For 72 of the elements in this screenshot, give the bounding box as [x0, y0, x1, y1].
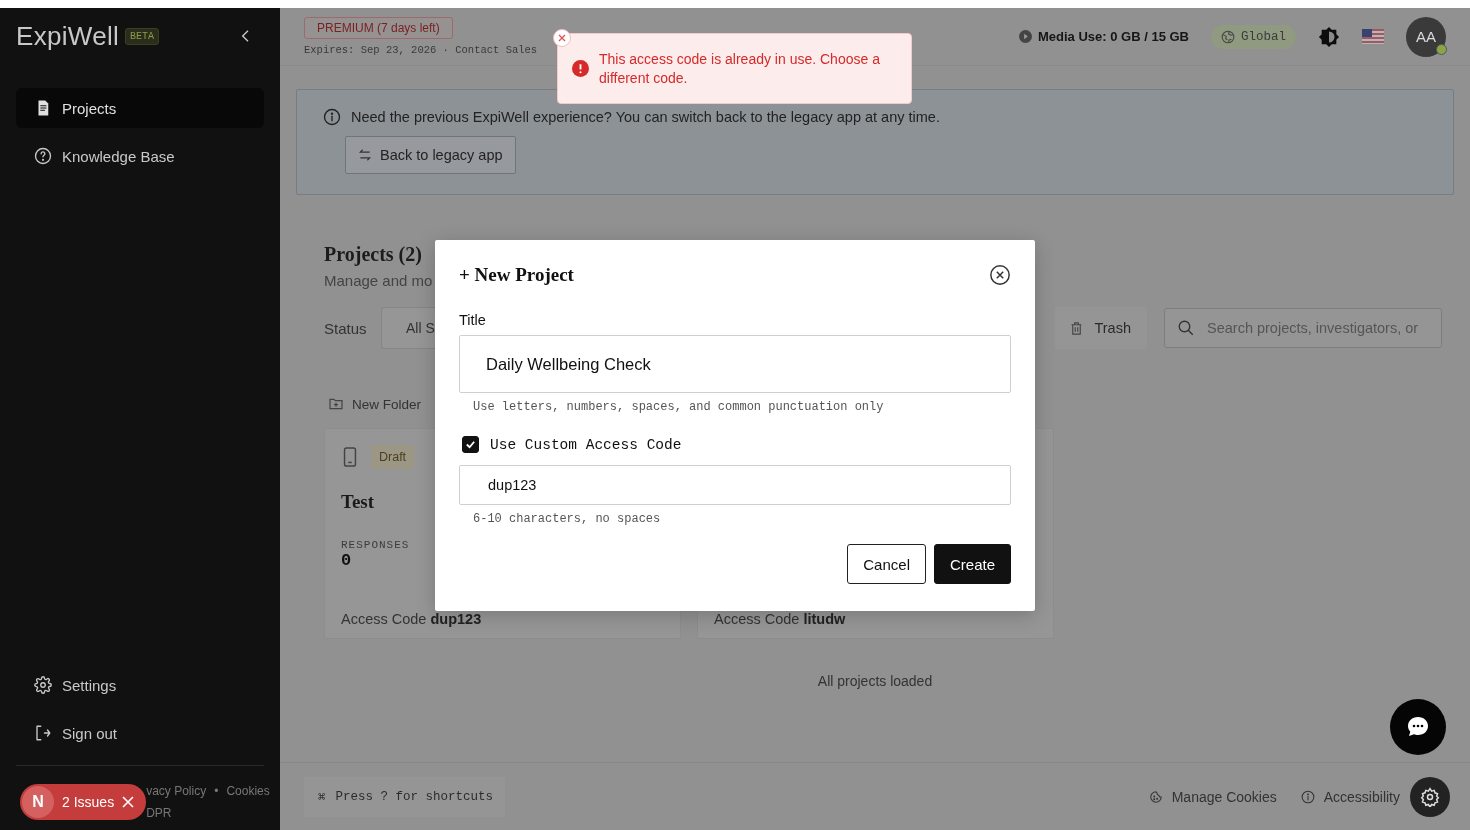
beta-badge: BETA — [125, 27, 160, 45]
swap-arrows-icon — [358, 148, 372, 162]
footer-link[interactable]: DPR — [146, 806, 270, 820]
sidebar-item[interactable]: Knowledge Base — [16, 136, 264, 176]
close-icon — [558, 34, 566, 42]
field-hint: Use letters, numbers, spaces, and common punctuation only — [473, 400, 885, 414]
shortcuts-text: Press ? for shortcuts — [335, 789, 494, 804]
status-label: Status — [324, 319, 368, 337]
close-icon — [989, 264, 1011, 286]
command-key: ⌘ — [318, 788, 326, 805]
gear-icon — [1420, 786, 1440, 807]
sidebar-item[interactable]: Sign out — [16, 713, 264, 753]
issues-count: 2 Issues — [62, 794, 115, 810]
error-icon — [572, 60, 589, 77]
theme-icon[interactable] — [1318, 25, 1340, 48]
checkmark-icon — [465, 439, 476, 450]
field-hint: 6-10 characters, no spaces — [473, 512, 662, 526]
status-badge: Draft — [371, 445, 415, 469]
footer-link[interactable]: Cookies — [226, 784, 270, 798]
checkbox[interactable] — [462, 436, 479, 453]
search-icon — [1177, 319, 1195, 337]
responses-count: 0 — [341, 551, 352, 570]
sidebar-item[interactable]: Settings — [16, 665, 264, 705]
footer-link[interactable]: Manage Cookies — [1148, 788, 1277, 805]
sign-out-icon — [34, 724, 52, 742]
phone-icon — [341, 447, 359, 467]
region-pill[interactable]: Global — [1211, 24, 1296, 49]
loaded-message: All projects loaded — [817, 673, 933, 689]
issues-badge[interactable]: N 2 Issues — [20, 784, 147, 820]
dialog-title: + New Project — [459, 264, 574, 286]
search-field[interactable]: Search projects, investigators, or — [1164, 308, 1442, 348]
page-subtitle: Manage and mo — [324, 272, 433, 289]
field-label: Title — [459, 312, 487, 328]
separator-dot: • — [214, 784, 219, 798]
logo: ExpiWell — [16, 20, 120, 52]
footer-link[interactable]: vacy Policy — [146, 784, 207, 798]
banner-text: Need the previous ExpiWell experience? You can switch back to the legacy app at any time. — [351, 109, 940, 125]
responses-label: RESPONSES — [341, 539, 410, 551]
toast-message: This access code is already in use. Choose a different code. — [599, 49, 881, 88]
create-button[interactable]: Create — [933, 544, 1011, 584]
globe-icon — [1221, 29, 1235, 44]
back-to-legacy-button[interactable]: Back to legacy app — [345, 136, 516, 174]
plan-badge: PREMIUM (7 days left) — [304, 17, 453, 39]
cancel-button[interactable]: Cancel — [847, 544, 926, 584]
access-code: Access Code litudw — [714, 611, 846, 627]
footer-link[interactable]: Accessibility — [1300, 788, 1400, 805]
avatar[interactable]: AA — [1406, 16, 1446, 57]
access-code-field[interactable]: dup123 — [459, 465, 1011, 505]
project-title: Test — [341, 491, 375, 513]
settings-icon — [34, 676, 52, 694]
issues-logo: N — [22, 786, 54, 818]
trash-button[interactable]: Trash — [1055, 307, 1147, 349]
us-flag-icon[interactable] — [1362, 29, 1384, 44]
play-icon — [1019, 30, 1032, 43]
title-field[interactable]: Daily Wellbeing Check — [459, 335, 1011, 393]
shortcuts-hint[interactable]: ⌘ Press ? for shortcuts — [304, 776, 506, 817]
expiry-text: Expires: Sep 23, 2026 · Contact Sales — [304, 44, 538, 56]
folder-plus-icon — [328, 396, 344, 412]
cookie-icon — [1148, 789, 1163, 804]
access-code: Access Code dup123 — [341, 611, 482, 627]
checkbox-label: Use Custom Access Code — [490, 436, 682, 453]
sidebar-item[interactable]: Projects — [16, 88, 264, 128]
info-icon — [1300, 789, 1315, 804]
new-folder-button[interactable]: New Folder — [328, 396, 422, 412]
settings-button[interactable] — [1410, 776, 1450, 817]
help-icon — [34, 147, 52, 165]
media-use: Media Use: 0 GB / 15 GB — [1038, 29, 1189, 44]
close-button[interactable] — [989, 264, 1011, 286]
page-title: Projects (2) — [324, 243, 422, 266]
info-icon — [323, 108, 341, 126]
trash-icon — [1069, 320, 1085, 336]
close-icon[interactable] — [122, 796, 135, 808]
